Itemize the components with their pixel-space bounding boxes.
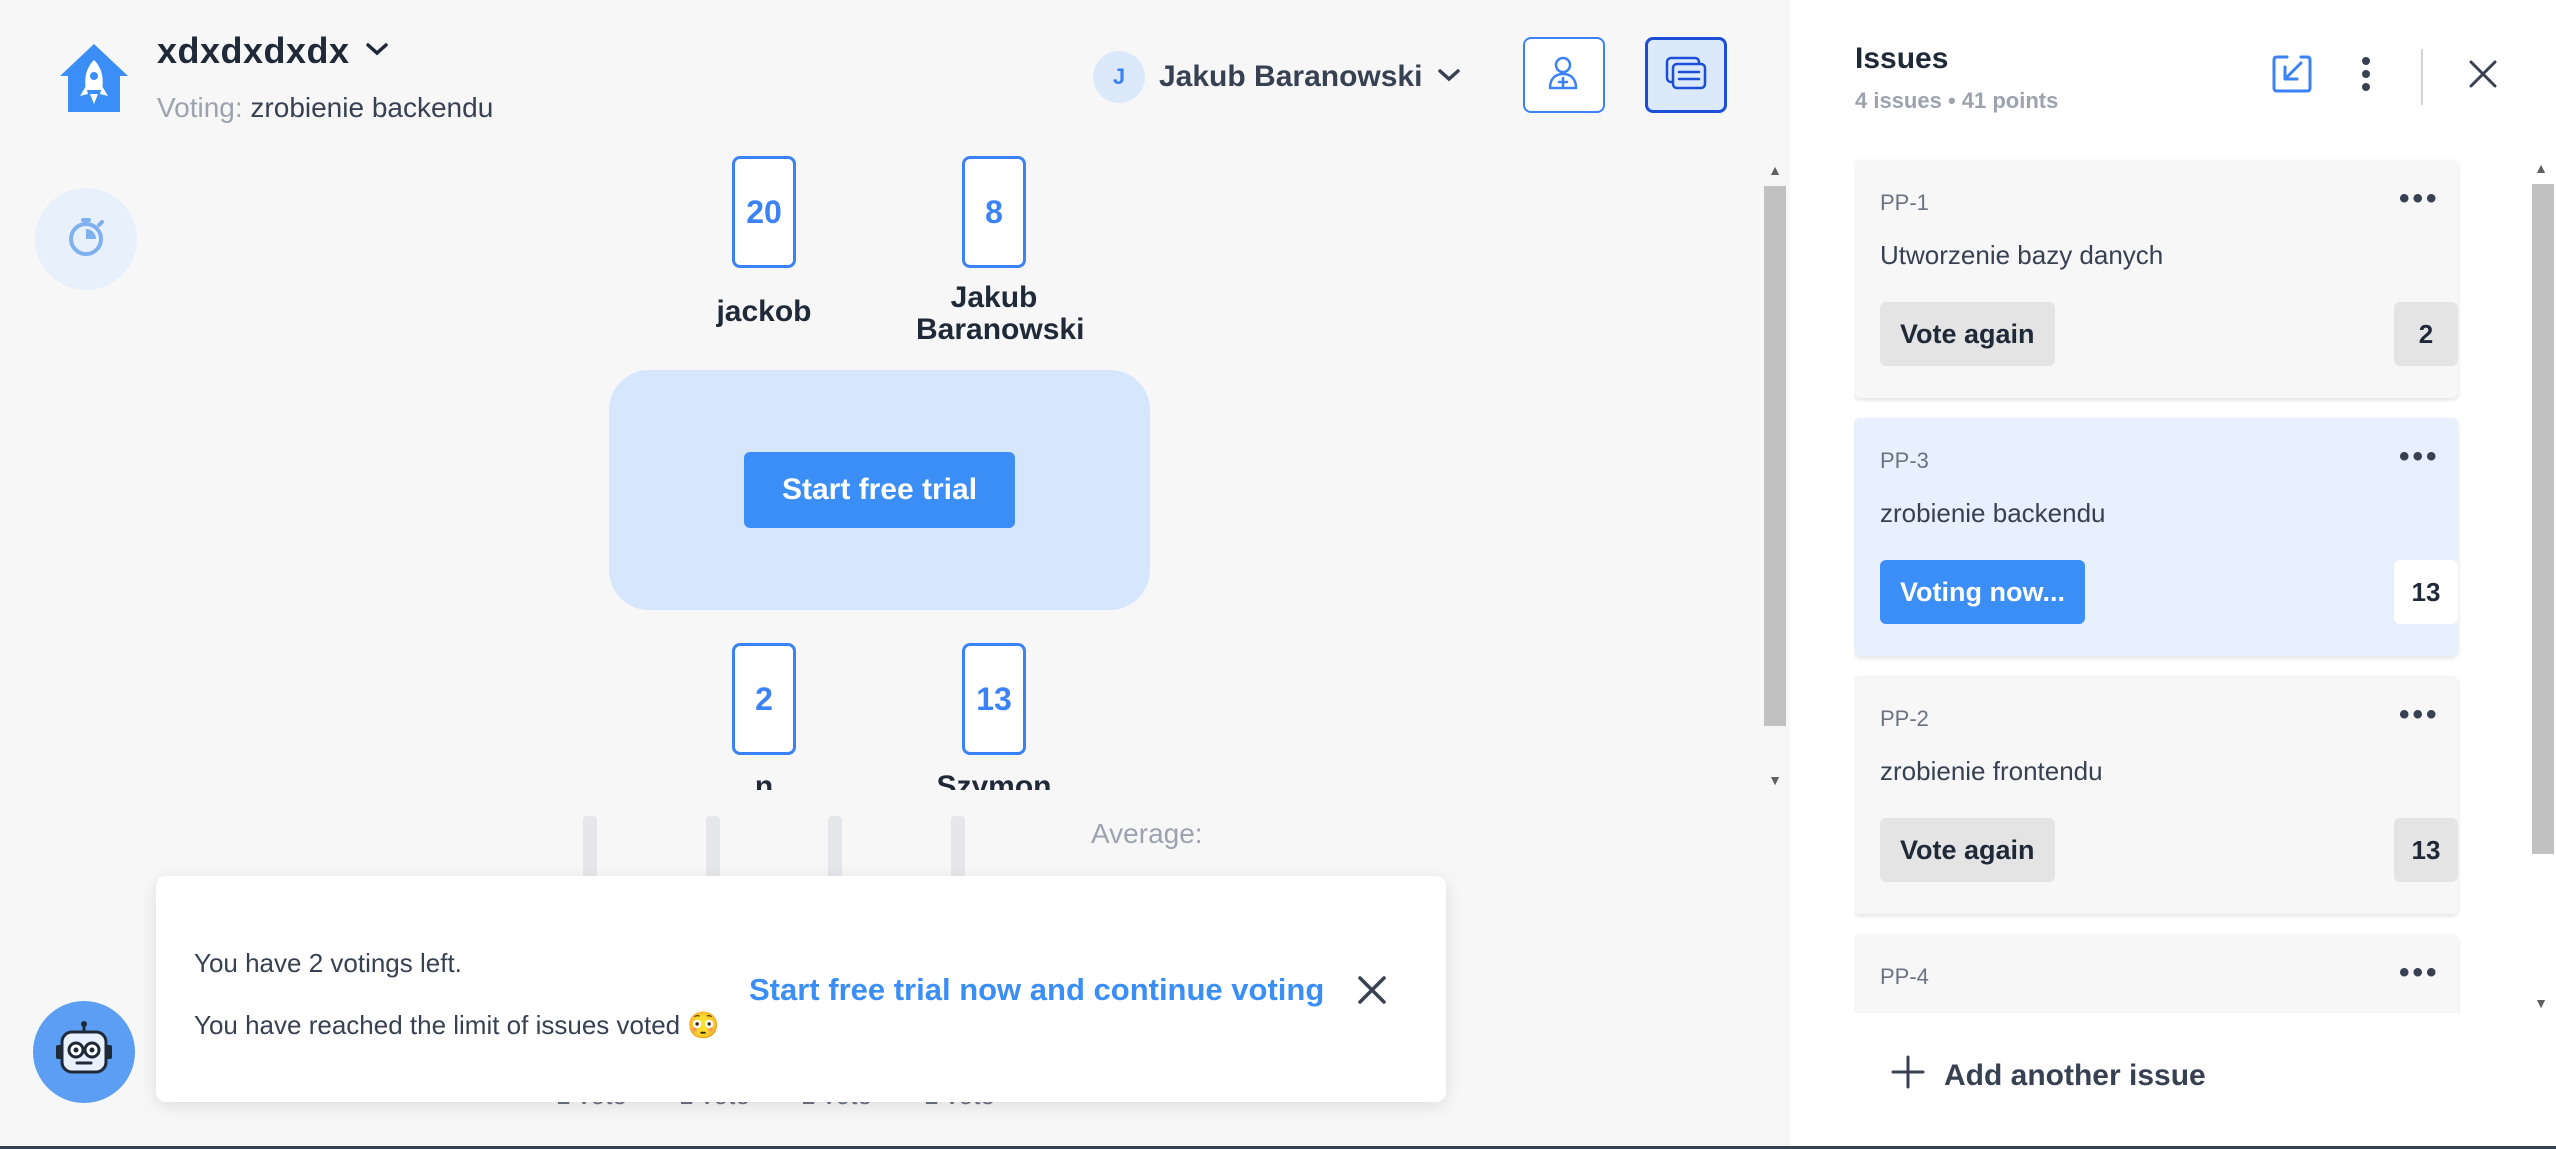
scroll-up-icon[interactable]: ▲ [2530,158,2552,178]
assistant-bot-button[interactable] [33,1001,135,1103]
start-trial-link[interactable]: Start free trial now and continue voting [749,972,1324,1008]
scroll-down-icon[interactable]: ▼ [2530,993,2552,1013]
player-slot: 13 Szymon [874,643,1114,790]
panel-title: Issues [1855,42,1949,75]
voting-now-button[interactable]: Voting now... [1880,560,2085,624]
player-slot: 8 Jakub Baranowski [874,156,1114,346]
avatar: J [1093,51,1145,103]
more-options-button[interactable] [2342,52,2390,100]
close-icon[interactable] [1352,970,1392,1010]
scrollbar-thumb[interactable] [2532,184,2554,854]
votings-left-text: You have 2 votings left. [194,948,462,978]
scroll-up-icon[interactable]: ▲ [1764,160,1786,180]
issue-key: PP-4 [1880,964,1929,989]
issue-card[interactable]: PP-1 ••• Utworzenie bazy danych Vote aga… [1854,160,2458,398]
start-free-trial-button[interactable]: Start free trial [743,452,1016,528]
player-card: 8 [962,156,1026,268]
chevron-down-icon [364,40,390,63]
import-icon [2271,53,2313,100]
user-name: Jakub Baranowski [1159,60,1423,93]
more-horizontal-icon[interactable]: ••• [2399,442,2440,472]
issue-title: zrobienie backendu [1880,498,2106,528]
more-horizontal-icon[interactable]: ••• [2399,184,2440,214]
toggle-issues-button[interactable] [1645,37,1727,113]
scrollbar-thumb[interactable] [1764,186,1786,726]
voting-label: Voting: [157,92,243,123]
add-user-icon [1545,54,1583,97]
more-horizontal-icon[interactable]: ••• [2399,958,2440,988]
issues-panel: Issues 4 issues • 41 points PP-1 ••• Utw… [1790,0,2556,1149]
player-slot: 20 jackob [644,156,884,328]
issues-list-icon [1665,56,1707,95]
poker-table: 20 jackob 8 Jakub Baranowski Start free … [560,150,1260,790]
table-center: Start free trial [609,370,1150,610]
issue-card[interactable]: PP-3 ••• zrobienie backendu Voting now..… [1854,418,2458,656]
issue-key: PP-2 [1880,706,1929,731]
close-panel-button[interactable] [2459,52,2507,100]
issues-summary: 4 issues • 41 points [1855,88,2059,113]
player-card: 2 [732,643,796,755]
more-vertical-icon [2361,56,2371,96]
issue-title: Utworzenie bazy danych [1880,240,2164,270]
issue-points[interactable]: 13 [2394,818,2458,882]
timer-button[interactable] [35,188,137,290]
issue-card[interactable]: PP-4 ••• [1854,934,2458,1013]
main-area: xdxdxdxdx Voting: zrobienie backendu J J… [0,0,1790,1149]
header-divider [2421,49,2423,105]
issues-list: PP-1 ••• Utworzenie bazy danych Vote aga… [1854,158,2474,1013]
player-card: 13 [962,643,1026,755]
user-menu[interactable]: J Jakub Baranowski [1093,51,1462,103]
issue-key: PP-1 [1880,190,1929,215]
import-issues-button[interactable] [2268,52,2316,100]
close-icon [2467,58,2499,95]
player-slot: 2 n [644,643,884,790]
voting-issue-name: zrobienie backendu [250,92,494,123]
add-issue-button[interactable]: Add another issue [1890,1054,2206,1098]
vote-again-button[interactable]: Vote again [1880,818,2055,882]
issue-points[interactable]: 2 [2394,302,2458,366]
issue-points[interactable]: 13 [2394,560,2458,624]
player-name: Szymon [936,770,1052,791]
player-name: n [754,770,774,791]
main-scrollbar[interactable]: ▲ ▼ [1764,160,1786,790]
plus-icon [1890,1054,1926,1098]
issue-key: PP-3 [1880,448,1929,473]
player-card: 20 [732,156,796,268]
game-title[interactable]: xdxdxdxdx [157,30,390,72]
add-issue-label: Add another issue [1944,1059,2206,1092]
limit-reached-text: You have reached the limit of issues vot… [194,1010,720,1040]
more-horizontal-icon[interactable]: ••• [2399,700,2440,730]
game-name: xdxdxdxdx [157,30,350,71]
issues-scrollbar[interactable]: ▲ ▼ [2530,158,2554,1013]
vote-again-button[interactable]: Vote again [1880,302,2055,366]
voting-limit-notice: You have 2 votings left. You have reache… [156,876,1446,1102]
timer-icon [64,215,108,264]
issue-card[interactable]: PP-2 ••• zrobienie frontendu Vote again … [1854,676,2458,914]
issue-title: zrobienie frontendu [1880,756,2103,786]
chevron-down-icon [1436,66,1462,89]
average-label: Average: [1091,818,1203,849]
player-name: Jakub Baranowski [916,281,1085,346]
invite-players-button[interactable] [1523,37,1605,113]
robot-icon [53,1019,115,1086]
rocket-logo-icon[interactable] [56,40,132,116]
scroll-down-icon[interactable]: ▼ [1764,770,1786,790]
player-name: jackob [716,295,812,328]
voting-status: Voting: zrobienie backendu [157,92,493,124]
